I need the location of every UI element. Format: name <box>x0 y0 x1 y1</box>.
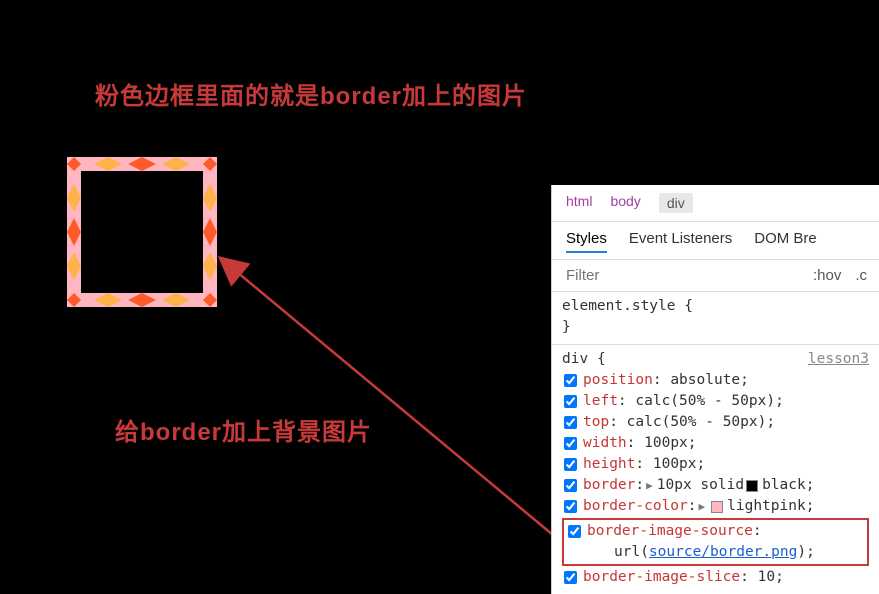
css-rules: element.style { } div { lesson3 position… <box>552 292 879 594</box>
decl-toggle[interactable] <box>564 416 577 429</box>
decl-left[interactable]: left: calc(50% - 50px); <box>562 391 869 412</box>
crumb-div[interactable]: div <box>659 193 693 213</box>
decl-toggle[interactable] <box>564 571 577 584</box>
decl-toggle[interactable] <box>564 374 577 387</box>
headline-text: 粉色边框里面的就是border加上的图片 <box>95 76 527 111</box>
annotation-text: 给border加上背景图片 <box>115 412 372 447</box>
highlighted-declaration: border-image-source: url(source/border.p… <box>562 518 869 566</box>
source-link[interactable]: lesson3 <box>808 349 869 370</box>
decl-toggle[interactable] <box>564 479 577 492</box>
decl-position[interactable]: position: absolute; <box>562 370 869 391</box>
styles-filter-input[interactable] <box>564 266 813 285</box>
styles-filter-row: :hov .c <box>552 260 879 292</box>
decl-toggle[interactable] <box>564 500 577 513</box>
hov-toggle[interactable]: :hov <box>813 267 841 284</box>
decl-toggle[interactable] <box>568 525 581 538</box>
color-swatch-lightpink[interactable] <box>711 501 723 513</box>
tab-event-listeners[interactable]: Event Listeners <box>629 230 732 253</box>
expand-icon[interactable]: ▶ <box>646 478 653 494</box>
demo-bordered-box <box>67 157 217 307</box>
crumb-html[interactable]: html <box>566 193 592 213</box>
rule-div[interactable]: div { lesson3 position: absolute; left: … <box>552 345 879 594</box>
decl-border[interactable]: border:▶10px solid black; <box>562 475 869 496</box>
tab-styles[interactable]: Styles <box>566 230 607 253</box>
decl-width[interactable]: width: 100px; <box>562 433 869 454</box>
dom-breadcrumb: html body div <box>552 185 879 222</box>
expand-icon[interactable]: ▶ <box>699 499 706 515</box>
decl-toggle[interactable] <box>564 458 577 471</box>
decl-toggle[interactable] <box>564 437 577 450</box>
selector-div: div <box>562 351 588 367</box>
decl-toggle[interactable] <box>564 395 577 408</box>
decl-border-image-source[interactable]: border-image-source: <box>566 521 865 542</box>
color-swatch-black[interactable] <box>746 480 758 492</box>
devtools-panel: html body div Styles Event Listeners DOM… <box>551 185 879 594</box>
url-link[interactable]: source/border.png <box>649 542 797 563</box>
rule-element-style[interactable]: element.style { } <box>552 292 879 345</box>
decl-border-color[interactable]: border-color:▶lightpink; <box>562 496 869 517</box>
decl-height[interactable]: height: 100px; <box>562 454 869 475</box>
decl-top[interactable]: top: calc(50% - 50px); <box>562 412 869 433</box>
crumb-body[interactable]: body <box>610 193 640 213</box>
preview-pane: 粉色边框里面的就是border加上的图片 <box>0 0 551 594</box>
tab-dom-breakpoints[interactable]: DOM Bre <box>754 230 817 253</box>
decl-border-image-source-value[interactable]: url(source/border.png); <box>566 542 865 563</box>
cls-toggle[interactable]: .c <box>855 267 867 284</box>
decl-border-image-slice[interactable]: border-image-slice: 10; <box>562 567 869 588</box>
devtools-tabs: Styles Event Listeners DOM Bre <box>552 222 879 260</box>
border-image-pattern <box>67 157 217 307</box>
selector-element-style: element.style <box>562 298 676 314</box>
